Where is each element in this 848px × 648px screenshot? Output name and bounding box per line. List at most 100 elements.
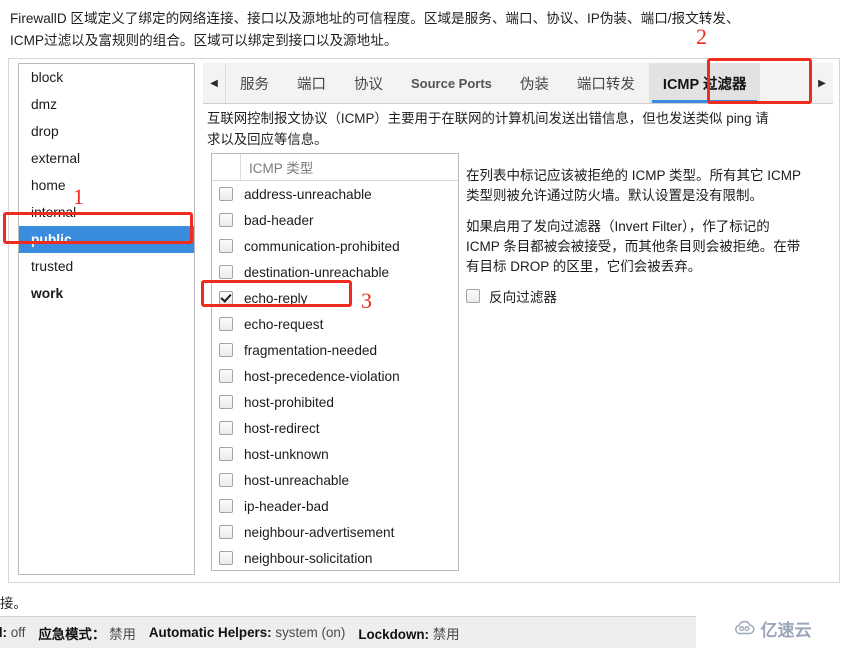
tab-strip: 服务 端口 协议 Source Ports 伪装 端口转发 ICMP 过滤器	[226, 63, 810, 103]
icmp-type-row[interactable]: destination-unreachable	[212, 259, 458, 285]
content-area: block dmz drop external home internal public tr…	[8, 58, 840, 583]
zone-description-line-1: FirewallD 区域定义了绑定的网络连接、接口以及源地址的可信程度。区域是服…	[10, 11, 740, 26]
icmp-type-row[interactable]: address-unreachable	[212, 181, 458, 207]
icmp-type-label: host-prohibited	[244, 394, 334, 410]
icmp-type-checkbox-neighbour-solicitation[interactable]	[219, 551, 233, 565]
zone-item-external[interactable]: external	[19, 145, 194, 172]
icmp-help-p2-line-3: 有目标 DROP 的区里，它们会被丢弃。	[466, 259, 702, 274]
icmp-type-label: host-unreachable	[244, 472, 350, 488]
icmp-type-checkbox-host-unreachable[interactable]	[219, 473, 233, 487]
tab-item-1[interactable]: 端口	[283, 63, 340, 103]
icmp-type-label: neighbour-advertisement	[244, 524, 395, 540]
icmp-type-checkbox-echo-reply[interactable]	[219, 291, 233, 305]
icmp-type-row[interactable]: neighbour-solicitation	[212, 545, 458, 570]
icmp-type-label: host-unknown	[244, 446, 329, 462]
icmp-help-p2-line-2: ICMP 条目都被会被接受，而其他条目则会被拒绝。在带	[466, 239, 801, 254]
tab-item-5[interactable]: 端口转发	[562, 63, 649, 103]
watermark-text: 亿速云	[760, 620, 812, 640]
icmp-type-label: host-precedence-violation	[244, 368, 400, 384]
icmp-type-row[interactable]: bad-header	[212, 207, 458, 233]
icmp-type-label: neighbour-solicitation	[244, 550, 373, 566]
icmp-type-checkbox-ip-header-bad[interactable]	[219, 499, 233, 513]
icmp-type-row[interactable]: host-prohibited	[212, 389, 458, 415]
zone-item-trusted[interactable]: trusted	[19, 253, 194, 280]
icmp-type-list[interactable]: ICMP 类型 address-unreachable bad-header com…	[211, 153, 459, 571]
icmp-type-row[interactable]: echo-request	[212, 311, 458, 337]
status-segment-key: nied:	[0, 625, 7, 640]
icmp-type-label: host-redirect	[244, 420, 320, 436]
icmp-type-rows: address-unreachable bad-header communicati…	[212, 181, 458, 570]
zone-settings-pane: ◀ 服务 端口 协议 Source Ports 伪装 端口转发 ICMP 过滤器 ▶ 互联网…	[203, 63, 833, 575]
icmp-type-row[interactable]: host-redirect	[212, 415, 458, 441]
icmp-help-p2-line-1: 如果启用了发向过滤器（Invert Filter），作了标记的	[466, 219, 770, 234]
icmp-type-row[interactable]: host-unknown	[212, 441, 458, 467]
icmp-help-text: 在列表中标记应该被拒绝的 ICMP 类型。所有其它 ICMP 类型则被允许通过防…	[466, 153, 826, 306]
zone-item-home[interactable]: home	[19, 172, 194, 199]
icmp-type-label: bad-header	[244, 212, 314, 228]
zone-item-public[interactable]: public	[19, 226, 194, 253]
icmp-type-row[interactable]: communication-prohibited	[212, 233, 458, 259]
invert-filter-row[interactable]: 反向过滤器	[466, 286, 826, 306]
icmp-type-label: address-unreachable	[244, 186, 372, 202]
icmp-type-list-header-label: ICMP 类型	[249, 161, 314, 176]
icmp-type-checkbox-address-unreachable[interactable]	[219, 187, 233, 201]
tab-item-2[interactable]: 协议	[340, 63, 397, 103]
icmp-type-checkbox-host-redirect[interactable]	[219, 421, 233, 435]
icmp-type-checkbox-fragmentation-needed[interactable]	[219, 343, 233, 357]
icmp-type-checkbox-bad-header[interactable]	[219, 213, 233, 227]
icmp-type-checkbox-host-unknown[interactable]	[219, 447, 233, 461]
zone-item-dmz[interactable]: dmz	[19, 91, 194, 118]
icmp-type-label: fragmentation-needed	[244, 342, 378, 358]
icmp-type-list-header-check-column	[212, 154, 241, 180]
invert-filter-checkbox[interactable]	[466, 289, 480, 303]
icmp-type-checkbox-host-precedence-violation[interactable]	[219, 369, 233, 383]
status-segment-key: Lockdown:	[358, 626, 429, 642]
triangle-left-icon[interactable]: ◀	[203, 63, 226, 103]
triangle-right-icon[interactable]: ▶	[810, 63, 833, 103]
icmp-tab-description: 互联网控制报文协议（ICMP）主要用于在联网的计算机间发送出错信息，但也发送类似…	[207, 108, 831, 151]
status-segment-value: system (on)	[275, 625, 346, 640]
zone-item-block[interactable]: block	[19, 64, 194, 91]
zone-description-line-2: ICMP过滤以及富规则的组合。区域可以绑定到接口以及源地址。	[10, 33, 398, 49]
zone-item-drop[interactable]: drop	[19, 118, 194, 145]
tab-item-4[interactable]: 伪装	[505, 63, 563, 103]
icmp-type-row[interactable]: host-unreachable	[212, 467, 458, 493]
status-segment-key: 应急模式：	[38, 626, 106, 642]
tab-item-6[interactable]: ICMP 过滤器	[648, 63, 761, 103]
tab-item-0[interactable]: 服务	[226, 63, 283, 103]
icmp-type-checkbox-communication-prohibited[interactable]	[219, 239, 233, 253]
icmp-help-p1-line-2: 类型则被允许通过防火墙。默认设置是没有限制。	[466, 188, 763, 203]
icmp-type-checkbox-destination-unreachable[interactable]	[219, 265, 233, 279]
icmp-type-row[interactable]: echo-reply	[212, 285, 458, 311]
status-segment-value: 禁用	[109, 626, 136, 642]
icmp-type-row[interactable]: ip-header-bad	[212, 493, 458, 519]
status-segment: nied: off	[0, 625, 25, 640]
icmp-type-checkbox-neighbour-advertisement[interactable]	[219, 525, 233, 539]
status-segment: Lockdown: 禁用	[358, 623, 459, 643]
icmp-type-checkbox-host-prohibited[interactable]	[219, 395, 233, 409]
status-segment: 应急模式： 禁用	[38, 623, 135, 643]
icmp-type-label: echo-request	[244, 316, 324, 332]
watermark: 亿速云	[696, 608, 848, 648]
icmp-type-checkbox-echo-request[interactable]	[219, 317, 233, 331]
zone-description: FirewallD 区域定义了绑定的网络连接、接口以及源地址的可信程度。区域是服…	[10, 8, 838, 52]
icmp-type-label: echo-reply	[244, 290, 308, 306]
firewalld-config-window: FirewallD 区域定义了绑定的网络连接、接口以及源地址的可信程度。区域是服…	[0, 0, 848, 648]
status-segment-value: off	[10, 625, 26, 640]
tab-source-ports[interactable]: Source Ports	[397, 63, 506, 103]
status-segment: Automatic Helpers: system (on)	[149, 625, 345, 640]
icmp-type-row[interactable]: neighbour-advertisement	[212, 519, 458, 545]
cloud-icon	[734, 620, 754, 635]
icmp-type-row[interactable]: host-precedence-violation	[212, 363, 458, 389]
icmp-type-label: ip-header-bad	[244, 498, 329, 514]
zone-item-work[interactable]: work	[19, 280, 194, 307]
status-segment-value: 禁用	[432, 626, 460, 642]
status-segment-key: Automatic Helpers:	[148, 625, 272, 640]
icmp-type-label: communication-prohibited	[244, 238, 400, 254]
icmp-type-list-header: ICMP 类型	[212, 154, 458, 181]
invert-filter-label: 反向过滤器	[489, 290, 557, 305]
icmp-tab-description-line-2: 求以及回应等信息。	[207, 132, 328, 148]
icmp-type-row[interactable]: fragmentation-needed	[212, 337, 458, 363]
zone-list[interactable]: block dmz drop external home internal public tr…	[18, 63, 195, 575]
zone-item-internal[interactable]: internal	[19, 199, 194, 226]
